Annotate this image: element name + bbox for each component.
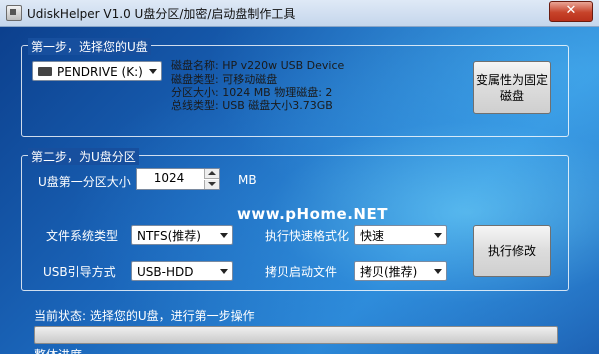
- drive-select[interactable]: PENDRIVE (K:): [32, 61, 162, 81]
- partition-unit: MB: [238, 173, 257, 187]
- bus-info: 总线类型: USB 磁盘大小3.73GB: [171, 99, 333, 112]
- fs-type-label: 文件系统类型: [46, 229, 119, 243]
- current-progress-bar: [34, 326, 558, 344]
- chevron-down-icon: [434, 269, 442, 274]
- partition-size-stepper[interactable]: 1024: [136, 168, 220, 190]
- stepper-down-icon[interactable]: [204, 180, 219, 189]
- drive-value: PENDRIVE (K:): [57, 65, 143, 79]
- close-button[interactable]: ✕: [549, 1, 593, 22]
- fs-type-select[interactable]: NTFS(推荐): [131, 225, 233, 245]
- partition-size-label: U盘第一分区大小: [38, 175, 131, 189]
- execute-button[interactable]: 执行修改: [473, 225, 551, 277]
- boot-mode-select[interactable]: USB-HDD: [131, 261, 233, 281]
- window-title: UdiskHelper V1.0 U盘分区/加密/启动盘制作工具: [27, 7, 296, 21]
- quick-format-label: 执行快速格式化: [265, 229, 350, 243]
- status-text: 当前状态: 选择您的U盘，进行第一步操作: [34, 309, 255, 323]
- quick-format-select[interactable]: 快速: [354, 225, 447, 245]
- quick-format-value: 快速: [360, 229, 385, 243]
- boot-mode-label: USB引导方式: [43, 265, 116, 279]
- step2-group: 第二步，为U盘分区 U盘第一分区大小 1024 MB 文件系统类型 NTFS(推…: [21, 148, 569, 291]
- chevron-down-icon: [149, 69, 157, 74]
- fixed-disk-label-2: 磁盘: [499, 89, 524, 103]
- step1-title: 第一步，选择您的U盘: [28, 38, 151, 55]
- overall-progress-label: 整体进度: [34, 346, 82, 354]
- step1-group: 第一步，选择您的U盘 PENDRIVE (K:) 磁盘名称: HP v220w …: [21, 38, 569, 137]
- app-window: UdiskHelper V1.0 U盘分区/加密/启动盘制作工具 ✕ 第一步，选…: [0, 0, 599, 354]
- copy-boot-value: 拷贝(推荐): [360, 265, 418, 279]
- partition-size-value: 1024: [153, 171, 185, 185]
- app-icon: [6, 5, 22, 21]
- chevron-down-icon: [434, 233, 442, 238]
- drive-icon: [38, 67, 52, 76]
- disk-name: 磁盘名称: HP v220w USB Device: [171, 59, 345, 72]
- watermark: www.pHome.NET: [237, 205, 388, 223]
- fs-type-value: NTFS(推荐): [137, 229, 201, 243]
- copy-boot-select[interactable]: 拷贝(推荐): [354, 261, 447, 281]
- fixed-disk-label-1: 变属性为固定: [475, 73, 548, 87]
- fixed-disk-button[interactable]: 变属性为固定 磁盘: [473, 61, 551, 114]
- step2-title: 第二步，为U盘分区: [28, 148, 139, 165]
- title-bar: UdiskHelper V1.0 U盘分区/加密/启动盘制作工具 ✕: [0, 0, 599, 27]
- disk-type: 磁盘类型: 可移动磁盘: [171, 73, 278, 86]
- stepper-up-icon[interactable]: [204, 169, 219, 179]
- chevron-down-icon: [220, 269, 228, 274]
- partition-info: 分区大小: 1024 MB 物理磁盘: 2: [171, 86, 333, 99]
- boot-mode-value: USB-HDD: [137, 265, 194, 279]
- copy-boot-label: 拷贝启动文件: [265, 265, 338, 279]
- chevron-down-icon: [220, 233, 228, 238]
